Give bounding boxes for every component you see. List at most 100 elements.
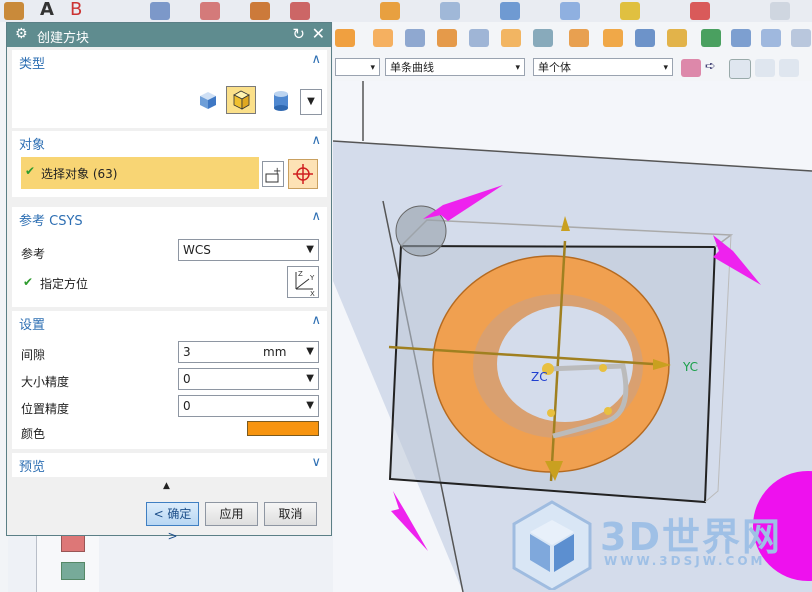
csys-dialog-icon[interactable]: ZY X	[287, 266, 319, 298]
ok-button[interactable]: < 确定 >	[146, 502, 199, 543]
cylinder-type-icon[interactable]	[270, 90, 292, 112]
expand-icon[interactable]: ∨	[311, 455, 321, 470]
tool-icon[interactable]	[150, 2, 170, 20]
color-label: 颜色	[21, 427, 46, 441]
part-icon[interactable]	[61, 534, 85, 552]
measure-icon[interactable]	[701, 29, 721, 47]
gap-label: 间隙	[21, 348, 46, 362]
tool-icon[interactable]	[620, 2, 640, 20]
filter-icon[interactable]	[681, 59, 701, 77]
pocket-icon[interactable]	[469, 29, 489, 47]
apply-button[interactable]: 应用	[205, 502, 258, 526]
collapse-icon[interactable]: ∧	[311, 209, 321, 224]
reference-value: WCS	[183, 243, 211, 257]
curve-rule-combo[interactable]: 单条曲线 ▾	[385, 58, 525, 76]
assembly-icon[interactable]	[61, 562, 85, 580]
tool-icon[interactable]	[380, 2, 400, 20]
shell-icon[interactable]	[667, 29, 687, 47]
cancel-button[interactable]: 取消	[264, 502, 317, 526]
check-icon: ✔	[25, 164, 36, 178]
type-dropdown[interactable]: ▼	[300, 89, 322, 115]
add-selection-icon[interactable]: +	[262, 161, 284, 187]
annotation-arrow	[391, 491, 428, 551]
object-section-header[interactable]: 对象 ∧	[12, 131, 327, 153]
reset-icon[interactable]: ↻	[292, 25, 305, 43]
preview-section: 预览 ∨	[12, 453, 327, 477]
hole-icon[interactable]	[405, 29, 425, 47]
preview-section-header[interactable]: 预览 ∨	[12, 453, 327, 475]
point-dialog-icon[interactable]	[288, 159, 318, 189]
tool-icon[interactable]	[290, 2, 310, 20]
object-section-label: 对象	[19, 138, 46, 153]
collapse-icon[interactable]: ∧	[311, 313, 321, 328]
position-precision-label: 位置精度	[21, 402, 70, 416]
type-section-header[interactable]: 类型 ∧	[12, 50, 327, 72]
book-icon[interactable]	[731, 29, 751, 47]
view-icon[interactable]	[791, 29, 811, 47]
tool-icon[interactable]	[770, 2, 790, 20]
curve-rule-value: 单条曲线	[390, 61, 434, 74]
extrude-icon[interactable]	[373, 29, 393, 47]
size-precision-label: 大小精度	[21, 375, 70, 389]
dialog-title-bar[interactable]: ⚙ 创建方块 ↻ ✕	[7, 23, 331, 47]
reference-select[interactable]: WCS ▼	[178, 239, 319, 261]
settings-section-label: 设置	[19, 318, 46, 333]
block-type-icon[interactable]	[226, 86, 256, 114]
snap-point-icon[interactable]	[729, 59, 751, 79]
view-icon[interactable]	[761, 29, 781, 47]
pattern-icon[interactable]	[569, 29, 589, 47]
sweep-icon[interactable]	[533, 29, 553, 47]
collapse-icon[interactable]: ∧	[311, 52, 321, 67]
zc-label: ZC	[531, 370, 548, 384]
yc-label: YC	[682, 360, 698, 374]
snap-end-icon[interactable]	[779, 59, 799, 77]
tool-icon[interactable]	[500, 2, 520, 20]
text-tool-icon[interactable]: A	[40, 1, 60, 19]
tool-icon[interactable]	[4, 2, 24, 20]
collapse-icon[interactable]: ∧	[311, 133, 321, 148]
type-filter-combo[interactable]: ▾	[335, 58, 380, 76]
gap-input[interactable]: 3 mm ▼	[178, 341, 319, 363]
svg-text:+: +	[273, 166, 281, 177]
tool-icon[interactable]	[250, 2, 270, 20]
tool-icon[interactable]	[690, 2, 710, 20]
settings-section: 设置 ∧ 间隙 3 mm ▼ 大小精度 0 ▼ 位置精度 0 ▼ 颜色	[12, 311, 327, 449]
tool-icon[interactable]	[440, 2, 460, 20]
draft-icon[interactable]	[635, 29, 655, 47]
type-section-label: 类型	[19, 57, 46, 72]
watermark-title: 3D世界网	[600, 515, 782, 559]
select-object-label: 选择对象 (63)	[41, 167, 118, 181]
feature-toolbar	[333, 22, 812, 56]
selection-filter-bar: ▾ 单条曲线 ▾ 单个体 ▾ ➪	[333, 55, 812, 82]
body-rule-combo[interactable]: 单个体 ▾	[533, 58, 673, 76]
create-block-dialog: ⚙ 创建方块 ↻ ✕ 类型 ∧ ▼ 对象 ∧ ✔ 选择对象 (63) + 参考 …	[6, 22, 332, 543]
svg-text:Z: Z	[298, 270, 303, 278]
reference-label: 参考	[21, 247, 46, 261]
cube-type-icon[interactable]	[197, 90, 219, 110]
trim-icon[interactable]	[603, 29, 623, 47]
snap-line-icon[interactable]	[755, 59, 775, 77]
offset-icon[interactable]	[501, 29, 521, 47]
b-tool-icon[interactable]: B	[70, 1, 90, 19]
close-icon[interactable]: ✕	[312, 24, 325, 43]
position-precision-value: 0	[183, 399, 191, 413]
tool-icon[interactable]	[560, 2, 580, 20]
tool-icon[interactable]	[200, 2, 220, 20]
gear-icon: ⚙	[15, 26, 28, 42]
gap-value: 3	[183, 345, 191, 359]
size-precision-select[interactable]: 0 ▼	[178, 368, 319, 390]
csys-section-label: 参考 CSYS	[19, 214, 83, 229]
csys-section-header[interactable]: 参考 CSYS ∧	[12, 207, 327, 229]
select-object-row[interactable]: ✔ 选择对象 (63)	[21, 157, 259, 189]
svg-text:Y: Y	[309, 274, 315, 282]
arrow-right-icon[interactable]: ➪	[705, 59, 725, 77]
boss-icon[interactable]	[437, 29, 457, 47]
block-icon[interactable]	[335, 29, 355, 47]
orientation-label: 指定方位	[40, 277, 89, 291]
settings-section-header[interactable]: 设置 ∧	[12, 311, 327, 333]
color-swatch[interactable]	[247, 421, 319, 436]
body-rule-value: 单个体	[538, 61, 571, 74]
position-precision-select[interactable]: 0 ▼	[178, 395, 319, 417]
csys-section: 参考 CSYS ∧ 参考 WCS ▼ ✔ 指定方位 ZY X	[12, 207, 327, 307]
collapse-arrow-icon[interactable]: ▲	[163, 481, 170, 491]
